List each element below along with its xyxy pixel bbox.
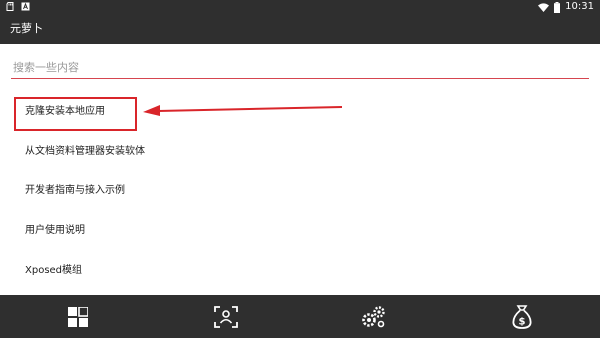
app-bar: 元萝卜 xyxy=(0,14,600,44)
nav-apps-button[interactable] xyxy=(3,295,153,338)
user-profile-icon xyxy=(214,305,238,328)
annotation-arrow-icon xyxy=(143,105,343,116)
wifi-icon xyxy=(538,2,550,12)
status-left xyxy=(6,2,30,11)
search-field[interactable] xyxy=(11,57,589,79)
apps-grid-icon xyxy=(68,306,88,327)
annotation-highlight-box xyxy=(14,97,137,131)
list-item-label: 用户使用说明 xyxy=(25,225,85,236)
status-bar: 10:31 xyxy=(0,0,600,14)
list-item-label: 开发者指南与接入示例 xyxy=(25,185,125,196)
list-item-install-from-files[interactable]: 从文档资料管理器安装软体 xyxy=(0,132,600,172)
svg-text:$: $ xyxy=(519,316,526,327)
battery-icon xyxy=(554,1,561,13)
clock: 10:31 xyxy=(565,1,594,12)
list-item-xposed-modules[interactable]: Xposed模组 xyxy=(0,251,600,291)
search-input[interactable] xyxy=(11,57,589,77)
money-bag-icon: $ xyxy=(512,304,532,329)
list-item-label: 从文档资料管理器安装软体 xyxy=(25,146,145,157)
nav-money-button[interactable]: $ xyxy=(447,295,597,338)
nav-settings-button[interactable] xyxy=(299,295,449,338)
nav-profile-button[interactable] xyxy=(151,295,301,338)
list-item-developer-guide[interactable]: 开发者指南与接入示例 xyxy=(0,171,600,211)
sd-card-icon xyxy=(6,2,15,11)
a-notification-icon xyxy=(21,2,30,11)
list-item-label: Xposed模组 xyxy=(25,265,83,276)
settings-gears-icon xyxy=(361,305,387,329)
app-title: 元萝卜 xyxy=(10,22,43,35)
status-right: 10:31 xyxy=(538,1,594,13)
bottom-nav: $ xyxy=(0,295,600,338)
list-item-user-manual[interactable]: 用户使用说明 xyxy=(0,211,600,251)
